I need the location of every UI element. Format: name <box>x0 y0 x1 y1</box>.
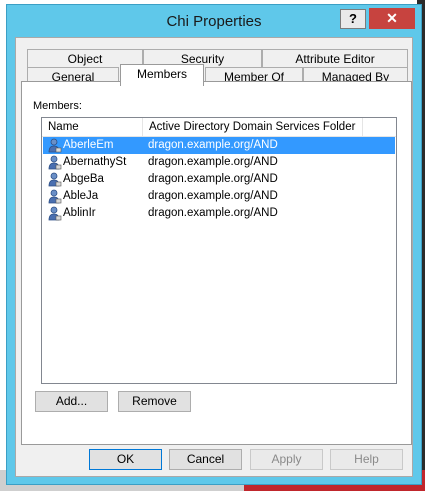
ok-button[interactable]: OK <box>89 449 162 470</box>
properties-dialog: Chi Properties ? ✕ Object Security Attri… <box>6 4 422 485</box>
members-label: Members: <box>33 100 82 112</box>
column-header-folder[interactable]: Active Directory Domain Services Folder <box>143 118 363 136</box>
user-icon <box>48 138 62 153</box>
member-name: AberleEm <box>63 139 114 151</box>
member-name: AbgeBa <box>63 173 104 185</box>
cancel-button[interactable]: Cancel <box>169 449 242 470</box>
members-list[interactable]: Name Active Directory Domain Services Fo… <box>41 117 397 384</box>
user-icon <box>48 155 62 170</box>
table-row[interactable]: AbgeBa dragon.example.org/AND <box>43 171 395 188</box>
table-row[interactable]: AbleJa dragon.example.org/AND <box>43 188 395 205</box>
list-header: Name Active Directory Domain Services Fo… <box>42 118 396 137</box>
table-row[interactable]: AbernathySt dragon.example.org/AND <box>43 154 395 171</box>
table-row[interactable]: AblinIr dragon.example.org/AND <box>43 205 395 222</box>
tab-attribute-editor[interactable]: Attribute Editor <box>262 49 408 68</box>
table-row[interactable]: AberleEm dragon.example.org/AND <box>43 137 395 154</box>
remove-button[interactable]: Remove <box>118 391 191 412</box>
help-footer-button[interactable]: Help <box>330 449 403 470</box>
member-folder: dragon.example.org/AND <box>148 156 278 168</box>
apply-button[interactable]: Apply <box>250 449 323 470</box>
user-icon <box>48 206 62 221</box>
column-header-name[interactable]: Name <box>42 118 143 136</box>
title-bar[interactable]: Chi Properties ? ✕ <box>7 5 421 37</box>
tab-members[interactable]: Members <box>120 64 204 86</box>
member-folder: dragon.example.org/AND <box>148 207 278 219</box>
member-name: AbernathySt <box>63 156 127 168</box>
help-button[interactable]: ? <box>340 9 366 29</box>
member-folder: dragon.example.org/AND <box>148 139 278 151</box>
add-button[interactable]: Add... <box>35 391 108 412</box>
member-folder: dragon.example.org/AND <box>148 190 278 202</box>
member-folder: dragon.example.org/AND <box>148 173 278 185</box>
member-name: AbleJa <box>63 190 99 202</box>
close-button[interactable]: ✕ <box>369 8 415 29</box>
user-icon <box>48 172 62 187</box>
member-name: AblinIr <box>63 207 96 219</box>
user-icon <box>48 189 62 204</box>
